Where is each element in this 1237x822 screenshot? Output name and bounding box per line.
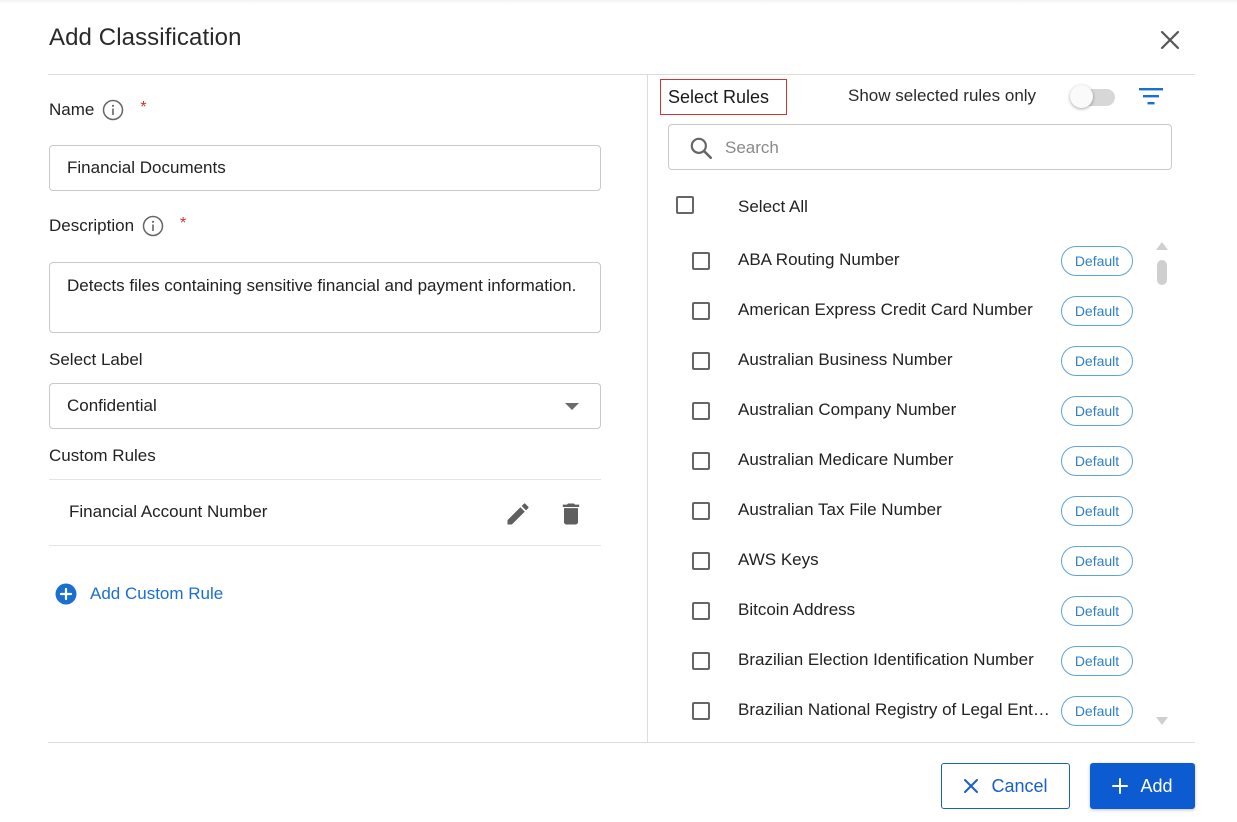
rules-list: ABA Routing Number Default American Expr… [668,236,1148,742]
description-label-row: Description * [49,215,186,237]
required-mark: * [140,99,147,116]
cancel-label: Cancel [991,775,1048,796]
default-badge: Default [1061,596,1133,626]
search-icon [690,137,713,160]
show-selected-label: Show selected rules only [848,86,1037,105]
rule-list-item: Brazilian National Registry of Legal Ent… [668,686,1148,736]
rule-list-item: ABA Routing Number Default [668,236,1148,286]
add-label: Add [1140,775,1173,796]
rule-checkbox[interactable] [692,402,710,420]
rule-list-item: Australian Tax File Number Default [668,486,1148,536]
add-custom-rule-label: Add Custom Rule [90,584,224,603]
rule-label: AWS Keys [738,550,819,569]
rules-scrollbar[interactable] [1154,240,1170,730]
rule-label: Australian Company Number [738,400,957,419]
default-badge: Default [1061,546,1133,576]
toggle-thumb [1070,85,1093,108]
select-all-checkbox[interactable] [676,196,694,214]
rule-checkbox[interactable] [692,502,710,520]
rule-checkbox[interactable] [692,602,710,620]
required-mark: * [180,215,187,232]
select-all-label: Select All [738,197,808,216]
default-badge: Default [1061,246,1133,276]
info-icon[interactable] [102,99,124,121]
name-label: Name [49,100,95,119]
rule-list-item: American Express Credit Card Number Defa… [668,286,1148,336]
pencil-icon[interactable] [504,500,532,528]
filter-icon[interactable] [1137,84,1165,108]
rule-label: Australian Medicare Number [738,450,954,469]
plus-icon [1112,778,1129,794]
default-badge: Default [1061,296,1133,326]
name-field[interactable]: Financial Documents [49,145,601,191]
close-button[interactable] [1154,25,1186,55]
rule-label: Australian Business Number [738,350,953,369]
default-badge: Default [1061,496,1133,526]
add-button[interactable]: Add [1090,763,1195,809]
rule-list-item: Australian Medicare Number Default [668,436,1148,486]
default-badge: Default [1061,646,1133,676]
trash-icon[interactable] [557,500,585,528]
rules-search-input[interactable] [725,135,1155,161]
label-select-value: Confidential [67,396,157,415]
default-badge: Default [1061,346,1133,376]
scrollbar-thumb[interactable] [1157,260,1167,285]
rule-label: ABA Routing Number [738,250,900,269]
rule-list-item: AWS Keys Default [668,536,1148,586]
description-field[interactable]: Detects files containing sensitive finan… [49,262,601,333]
rule-checkbox[interactable] [692,702,710,720]
rule-label: Australian Tax File Number [738,500,942,519]
custom-rule-row: Financial Account Number [49,479,601,546]
rule-list-item: Australian Company Number Default [668,386,1148,436]
default-badge: Default [1061,396,1133,426]
rule-label: American Express Credit Card Number [738,300,1033,319]
rule-checkbox[interactable] [692,352,710,370]
dropdown-caret-icon [565,402,579,410]
scroll-up-arrow-icon[interactable] [1156,242,1168,250]
select-label-label: Select Label [49,350,143,369]
add-circle-icon [55,583,77,605]
rule-list-item: Australian Business Number Default [668,336,1148,386]
rules-search-box [668,124,1172,170]
add-custom-rule-button[interactable]: Add Custom Rule [55,583,223,605]
custom-rules-label: Custom Rules [49,446,156,465]
rule-label: Bitcoin Address [738,600,856,619]
default-badge: Default [1061,696,1133,726]
info-icon[interactable] [142,215,164,237]
label-select[interactable]: Confidential [49,383,601,429]
select-rules-title: Select Rules [660,79,787,115]
default-badge: Default [1061,446,1133,476]
close-icon [964,779,979,793]
rule-list-item: Bitcoin Address Default [668,586,1148,636]
rule-checkbox[interactable] [692,552,710,570]
show-selected-toggle[interactable] [1070,84,1117,108]
custom-rule-name: Financial Account Number [69,502,268,521]
rule-checkbox[interactable] [692,302,710,320]
scroll-down-arrow-icon[interactable] [1156,717,1168,725]
rule-label: Brazilian Election Identification Number [738,650,1034,669]
rule-checkbox[interactable] [692,652,710,670]
rule-list-item: Brazilian Election Identification Number… [668,636,1148,686]
close-icon [1160,30,1180,50]
dialog-title: Add Classification [49,24,242,51]
rule-checkbox[interactable] [692,452,710,470]
add-classification-dialog: Add Classification Name * Financial Docu… [0,0,1237,822]
rule-label: Brazilian National Registry of Legal Ent… [738,700,1050,719]
header-divider [48,74,1195,75]
name-label-row: Name * [49,99,147,121]
cancel-button[interactable]: Cancel [941,763,1070,809]
panel-divider [647,75,648,742]
footer-divider [48,742,1195,743]
description-label: Description [49,216,135,235]
select-all-row: Select All [676,196,808,216]
top-shadow [0,0,1237,4]
rule-checkbox[interactable] [692,252,710,270]
